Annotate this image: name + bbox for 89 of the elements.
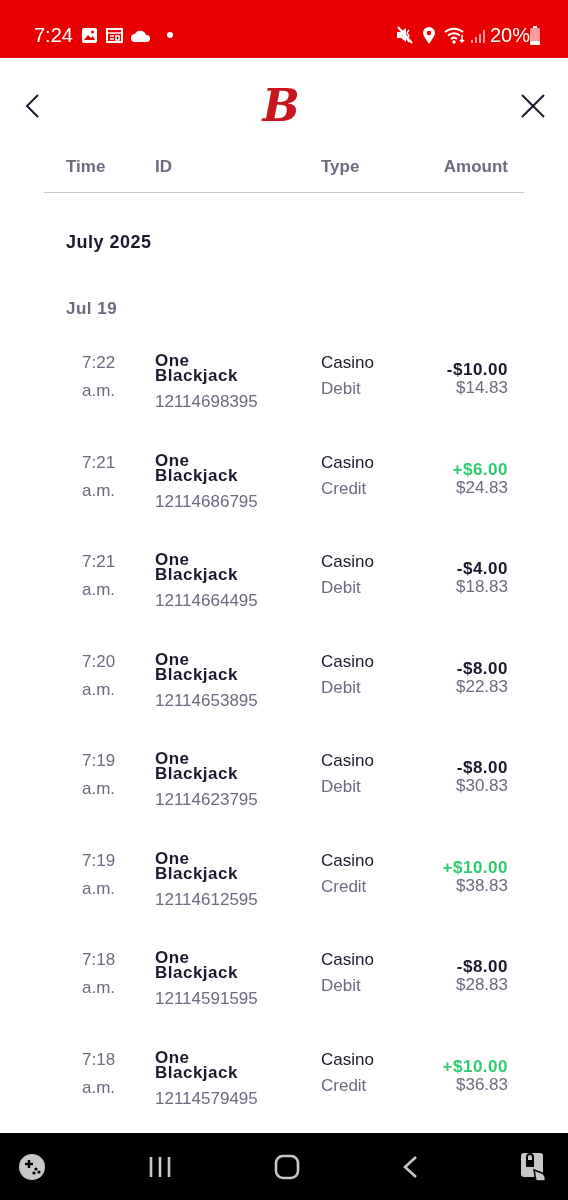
period-text: a.m.	[82, 380, 117, 402]
time-text: 7:19	[82, 849, 117, 872]
month-heading: July 2025	[66, 231, 152, 252]
period-text: a.m.	[82, 579, 117, 601]
type-text: Credit	[321, 875, 368, 898]
transaction-id: 12114623795	[155, 789, 259, 811]
game-name: One Blackjack	[155, 350, 239, 383]
category-text: Casino	[321, 451, 375, 474]
amount-text: -$10.00	[446, 361, 508, 379]
period-text: a.m.	[82, 678, 117, 701]
day-heading: Jul 19	[66, 298, 118, 318]
battery-icon	[530, 25, 540, 45]
image-icon	[80, 26, 98, 44]
period-text: a.m.	[82, 977, 117, 999]
time-text: 7:21	[82, 451, 117, 474]
balance-text: $30.83	[456, 777, 508, 795]
game-name: One Blackjack	[155, 449, 239, 483]
time-text: 7:19	[82, 750, 117, 772]
transaction-id: 12114698395	[155, 391, 259, 413]
balance-text: $14.83	[455, 379, 508, 397]
category-text: Casino	[321, 1048, 375, 1071]
type-text: Debit	[321, 676, 362, 699]
transaction-id: 12114664495	[155, 590, 259, 612]
amount-text: +$10.00	[442, 858, 508, 877]
dot-icon	[166, 32, 173, 38]
type-text: Credit	[321, 477, 368, 500]
home-icon[interactable]	[274, 1153, 300, 1180]
type-text: Debit	[321, 776, 362, 798]
column-header: Time	[66, 157, 106, 176]
game-name: One Blackjack	[155, 1046, 239, 1080]
transaction-id: 12114686795	[155, 490, 259, 513]
status-time: 7:24	[34, 23, 73, 48]
back-nav-icon[interactable]	[402, 1154, 418, 1179]
category-text: Casino	[321, 551, 375, 573]
calendar-icon	[105, 27, 123, 43]
type-text: Credit	[321, 1074, 368, 1097]
game-name: One Blackjack	[155, 648, 239, 682]
time-text: 7:22	[82, 352, 117, 374]
game-name: One Blackjack	[155, 549, 239, 582]
category-text: Casino	[321, 949, 375, 971]
category-text: Casino	[321, 849, 375, 872]
balance-text: $28.83	[456, 976, 508, 994]
game-icon[interactable]	[18, 1152, 46, 1181]
game-name: One Blackjack	[155, 847, 239, 881]
balance-text: $18.83	[456, 578, 508, 596]
transaction-id: 12114579495	[155, 1087, 259, 1110]
logo: B	[262, 84, 300, 128]
type-text: Debit	[321, 975, 362, 997]
category-text: Casino	[321, 352, 375, 374]
transaction-id: 12114591595	[155, 988, 259, 1010]
amount-text: -$8.00	[456, 659, 508, 678]
recent-apps-icon[interactable]	[148, 1155, 172, 1178]
period-text: a.m.	[82, 778, 117, 800]
amount-text: -$4.00	[456, 560, 508, 578]
signal-icon	[469, 27, 486, 43]
wifi-icon	[443, 26, 466, 44]
cloud-icon	[130, 28, 151, 42]
close-icon[interactable]	[520, 93, 546, 119]
period-text: a.m.	[82, 1076, 117, 1099]
time-text: 7:18	[82, 1048, 117, 1071]
time-text: 7:18	[82, 949, 117, 971]
category-text: Casino	[321, 650, 375, 673]
game-name: One Blackjack	[155, 947, 239, 980]
transaction-id: 12114612595	[155, 888, 259, 911]
time-text: 7:20	[82, 650, 117, 673]
period-text: a.m.	[82, 877, 117, 900]
balance-text: $24.83	[455, 478, 508, 497]
column-header: Type	[321, 157, 360, 176]
column-header: ID	[155, 157, 172, 176]
transaction-id: 12114653895	[155, 689, 259, 712]
battery-percent: 20%	[489, 23, 530, 48]
game-name: One Blackjack	[155, 748, 239, 781]
type-text: Debit	[321, 577, 362, 599]
balance-text: $36.83	[455, 1075, 508, 1094]
period-text: a.m.	[82, 479, 117, 502]
amount-text: +$6.00	[452, 460, 508, 479]
lock-touch-icon[interactable]	[520, 1151, 548, 1182]
column-header: Amount	[443, 157, 508, 176]
amount-text: -$8.00	[456, 759, 508, 777]
location-icon	[421, 26, 436, 44]
balance-text: $38.83	[455, 876, 508, 895]
time-text: 7:21	[82, 551, 117, 573]
mute-icon	[395, 26, 414, 44]
amount-text: +$10.00	[442, 1057, 508, 1076]
balance-text: $22.83	[456, 677, 508, 696]
amount-text: -$8.00	[456, 958, 508, 976]
category-text: Casino	[321, 750, 375, 772]
back-icon[interactable]	[24, 93, 42, 119]
type-text: Debit	[321, 378, 362, 400]
